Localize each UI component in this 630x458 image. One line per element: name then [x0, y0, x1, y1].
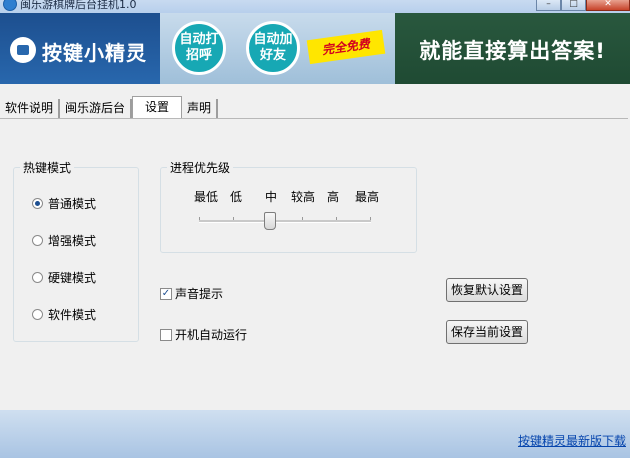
radio-button[interactable] [32, 309, 43, 320]
app-icon [3, 0, 17, 11]
logo-text: 按键小精灵 [42, 41, 147, 65]
hotkey-mode-legend: 热键模式 [20, 159, 75, 176]
slider-tick [370, 217, 371, 220]
banner: 按键小精灵 自动打招呼 自动加好友 完全免费 就能直接算出答案! [0, 13, 630, 84]
logo: 按键小精灵 [0, 13, 160, 84]
sound-prompt-label: 声音提示 [175, 287, 224, 301]
slider-tick [199, 217, 200, 220]
footer: 按键精灵最新版下载 [0, 410, 630, 458]
radio-hardware-mode[interactable]: 硬键模式 [32, 269, 96, 286]
ad-banner[interactable]: 自动打招呼 自动加好友 完全免费 [160, 13, 395, 84]
tab-statement[interactable]: 声明 [182, 99, 219, 118]
sound-prompt-option[interactable]: ✓ 声音提示 [160, 285, 223, 302]
radio-software-mode[interactable]: 软件模式 [32, 306, 96, 323]
close-button[interactable]: ✕ [586, 0, 630, 11]
priority-label-highest: 最高 [355, 190, 380, 204]
slider-tick [336, 217, 337, 220]
radio-enhanced-mode[interactable]: 增强模式 [32, 232, 96, 249]
slogan-text: 就能直接算出答案! [419, 39, 606, 63]
restore-defaults-button[interactable]: 恢复默认设置 [446, 278, 529, 302]
slider-tick [302, 217, 303, 220]
priority-label-lowest: 最低 [194, 190, 219, 204]
autostart-checkbox[interactable] [160, 328, 172, 341]
priority-label-low: 低 [230, 190, 243, 204]
sound-prompt-checkbox[interactable]: ✓ [160, 287, 172, 300]
radio-label: 软件模式 [48, 308, 97, 322]
tab-software-info[interactable]: 软件说明 [0, 99, 61, 118]
radio-normal-mode[interactable]: 普通模式 [32, 195, 96, 212]
minimize-button[interactable]: – [536, 0, 561, 11]
save-settings-button[interactable]: 保存当前设置 [446, 320, 529, 344]
logo-icon [10, 37, 36, 63]
slider-tick [233, 217, 234, 220]
autostart-option[interactable]: 开机自动运行 [160, 326, 247, 343]
radio-label: 普通模式 [48, 197, 97, 211]
auto-add-friend-bubble: 自动加好友 [246, 21, 300, 75]
radio-button[interactable] [32, 235, 43, 246]
window-title: 闽乐游棋牌后台挂机1.0 [20, 0, 137, 11]
tab-minleyou-backend[interactable]: 闽乐游后台 [60, 99, 133, 118]
download-latest-link[interactable]: 按键精灵最新版下载 [518, 432, 626, 449]
priority-slider-track[interactable] [199, 220, 371, 223]
radio-button[interactable] [32, 272, 43, 283]
hotkey-mode-group: 热键模式 普通模式 增强模式 硬键模式 软件模式 [13, 159, 139, 342]
autostart-label: 开机自动运行 [175, 328, 248, 342]
tab-bar: 软件说明 闽乐游后台 设置 声明 [0, 96, 219, 119]
priority-slider-thumb[interactable] [264, 212, 276, 230]
slogan-banner[interactable]: 就能直接算出答案! [395, 13, 630, 84]
settings-panel: 热键模式 普通模式 增强模式 硬键模式 软件模式 进程优先级 最低 低 中 较高… [0, 118, 628, 411]
window-controls: – □ ✕ [536, 0, 630, 11]
radio-label: 增强模式 [48, 234, 97, 248]
process-priority-legend: 进程优先级 [167, 159, 234, 176]
title-bar: 闽乐游棋牌后台挂机1.0 – □ ✕ [0, 0, 630, 14]
free-badge: 完全免费 [306, 29, 386, 65]
process-priority-group: 进程优先级 最低 低 中 较高 高 最高 [160, 159, 417, 253]
priority-label-normal: 中 [265, 190, 278, 204]
tab-settings[interactable]: 设置 [132, 96, 183, 119]
radio-button[interactable] [32, 198, 43, 209]
maximize-button[interactable]: □ [561, 0, 586, 11]
priority-label-high: 高 [327, 190, 340, 204]
auto-greet-bubble: 自动打招呼 [172, 21, 226, 75]
priority-label-above-normal: 较高 [291, 190, 316, 204]
radio-label: 硬键模式 [48, 271, 97, 285]
